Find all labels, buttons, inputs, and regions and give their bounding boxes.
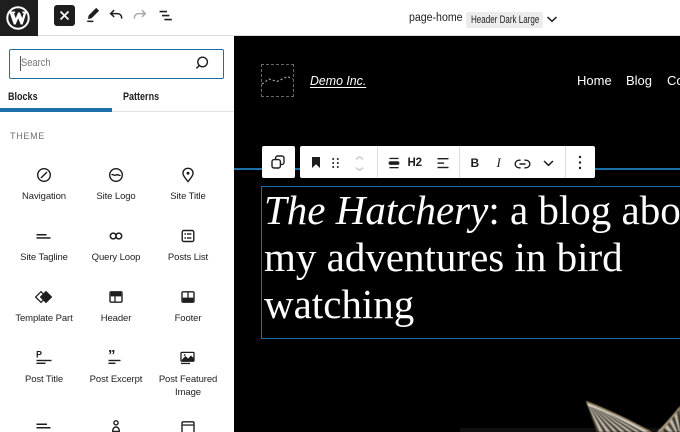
svg-text:P: P: [36, 350, 42, 360]
svg-text:”: ”: [108, 350, 116, 364]
svg-text:W: W: [9, 8, 27, 28]
